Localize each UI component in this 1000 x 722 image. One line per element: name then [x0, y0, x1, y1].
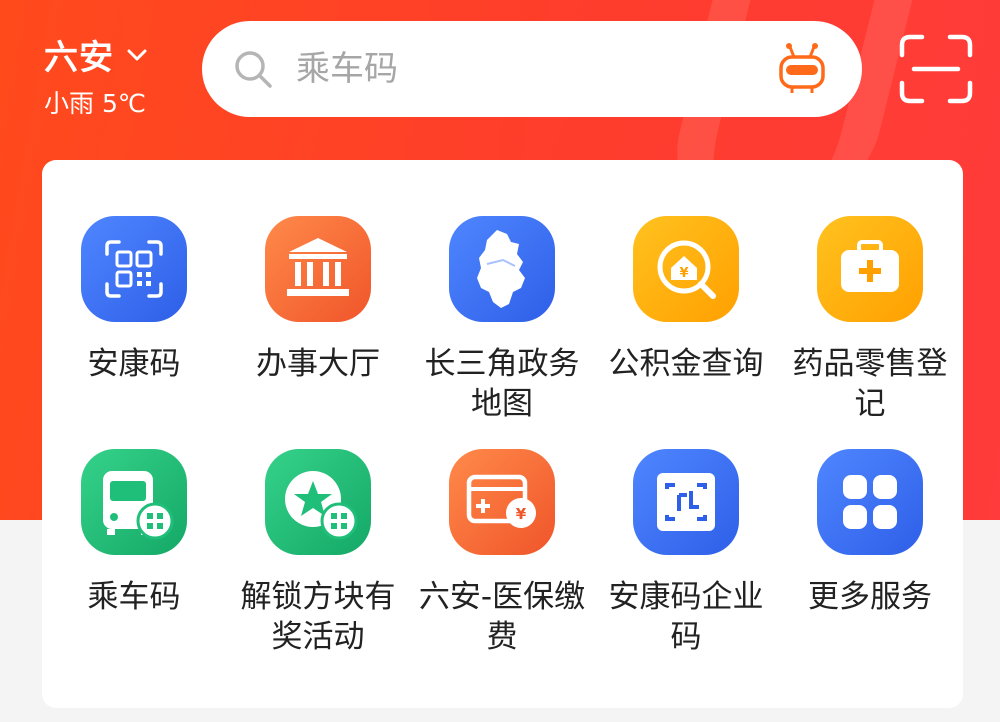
housing-fund-search-icon: ¥ — [633, 216, 739, 322]
service-drug-registration[interactable]: 药品零售登记 — [778, 216, 962, 424]
weather-info: 小雨 5℃ — [44, 89, 146, 118]
service-housing-fund[interactable]: ¥ 公积金查询 — [594, 216, 778, 384]
service-label: 更多服务 — [808, 579, 932, 615]
svg-text:¥: ¥ — [516, 505, 527, 523]
city-selector[interactable]: 六安 — [44, 30, 148, 79]
enterprise-code-icon — [633, 449, 739, 555]
service-yangtze-map[interactable]: 长三角政务地图 — [410, 216, 594, 424]
scan-icon[interactable] — [898, 33, 974, 105]
service-unlock-blocks[interactable]: 解锁方块有奖活动 — [226, 449, 410, 657]
service-bus-code[interactable]: 乘车码 — [42, 449, 226, 617]
medical-payment-card-icon: ¥ — [449, 449, 555, 555]
search-input[interactable] — [296, 49, 772, 89]
robot-icon[interactable] — [772, 39, 832, 99]
government-hall-icon — [265, 216, 371, 322]
service-label: 安康码企业码 — [608, 579, 764, 655]
service-ankang-code[interactable]: 安康码 — [42, 216, 226, 384]
service-more[interactable]: 更多服务 — [778, 449, 962, 617]
service-label: 药品零售登记 — [792, 346, 948, 422]
service-label: 公积金查询 — [608, 346, 764, 382]
bus-qr-icon — [81, 449, 187, 555]
svg-text:¥: ¥ — [679, 266, 688, 281]
medical-kit-icon — [817, 216, 923, 322]
service-office-hall[interactable]: 办事大厅 — [226, 216, 410, 384]
service-enterprise-code[interactable]: 安康码企业码 — [594, 449, 778, 657]
qr-code-icon — [81, 216, 187, 322]
search-icon — [235, 51, 272, 88]
service-label: 解锁方块有奖活动 — [240, 579, 396, 655]
star-qr-icon — [265, 449, 371, 555]
city-name: 六安 — [44, 38, 114, 78]
service-label: 六安-医保缴费 — [418, 579, 586, 655]
chevron-down-icon — [127, 49, 147, 60]
region-map-icon — [449, 216, 555, 322]
services-card: 安康码 办事大厅 长三角政务地图 ¥ 公积金查询 药品零售登记 乘车码 解锁方块… — [42, 160, 963, 708]
search-bar[interactable] — [202, 21, 862, 117]
service-label: 办事大厅 — [256, 346, 380, 382]
service-medical-insurance-payment[interactable]: ¥ 六安-医保缴费 — [410, 449, 594, 657]
services-grid: 安康码 办事大厅 长三角政务地图 ¥ 公积金查询 药品零售登记 乘车码 解锁方块… — [42, 160, 963, 708]
service-label: 乘车码 — [87, 579, 181, 615]
service-label: 安康码 — [87, 346, 181, 382]
service-label: 长三角政务地图 — [424, 346, 580, 422]
more-services-grid-icon — [817, 449, 923, 555]
